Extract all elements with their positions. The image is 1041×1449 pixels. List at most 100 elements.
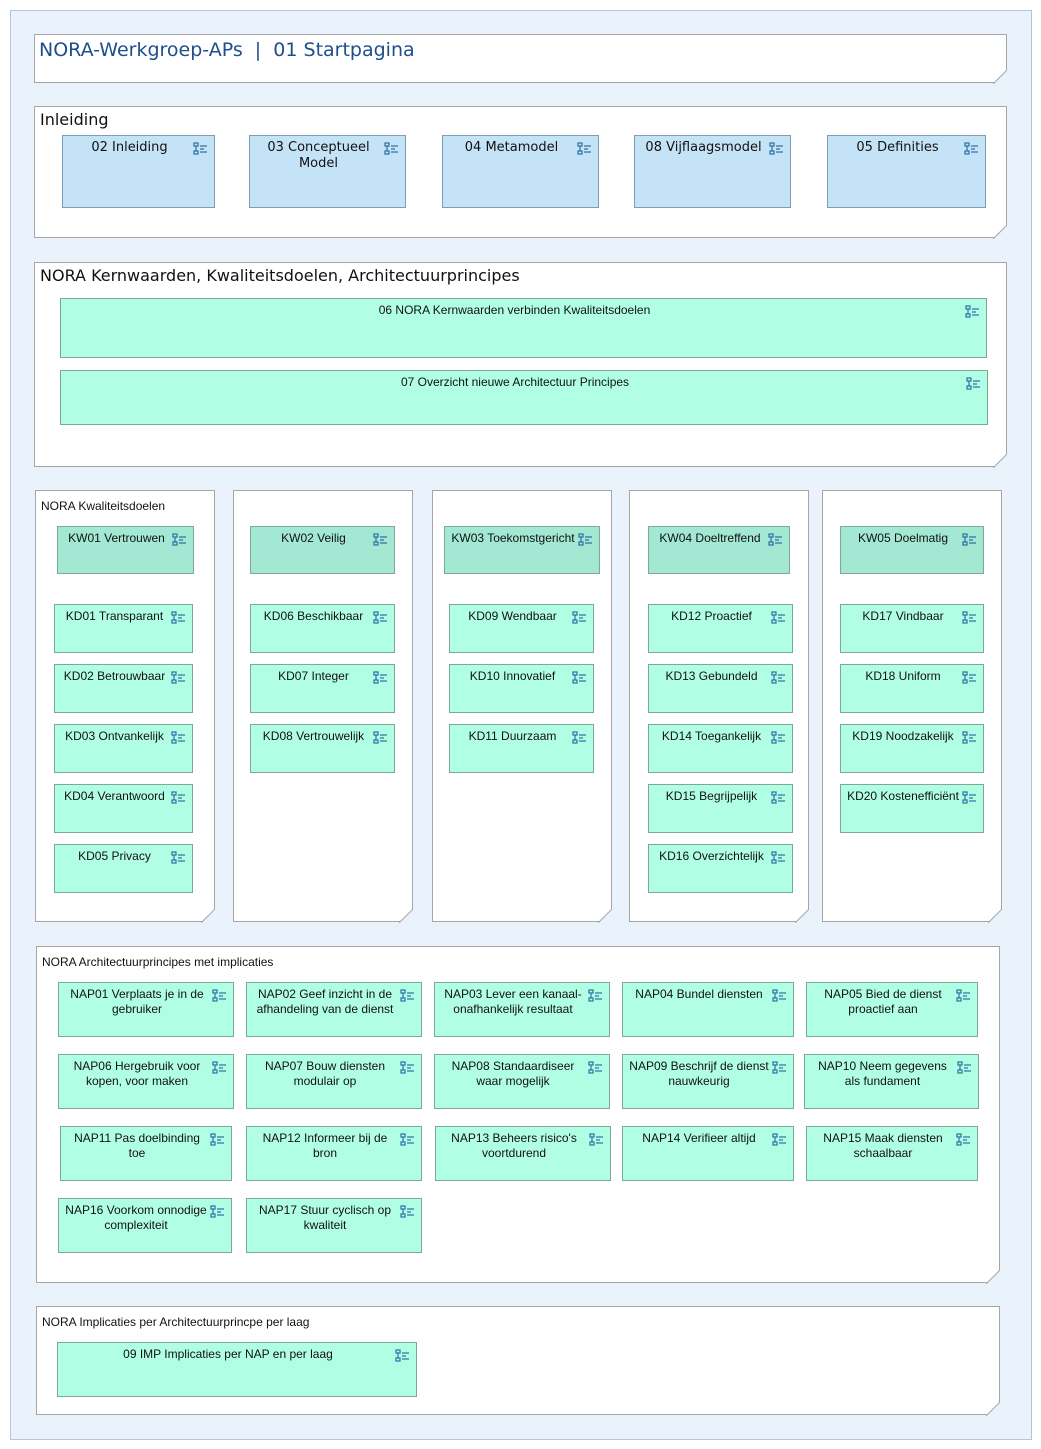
kernwaarde-2[interactable]: KW02 Veilig xyxy=(250,526,395,574)
element-label: 05 Definities xyxy=(856,140,939,155)
element-label: NAP13 Beheers risico's voortdurend xyxy=(451,1131,577,1160)
principe-nap11[interactable]: NAP11 Pas doelbinding toe xyxy=(60,1126,232,1181)
view-reference-icon xyxy=(578,532,593,546)
principe-nap17[interactable]: NAP17 Stuur cyclisch op kwaliteit xyxy=(246,1198,422,1253)
kwaliteitsdoel-4-3[interactable]: KD14 Toegankelijk xyxy=(648,724,793,773)
element-label: KD05 Privacy xyxy=(78,849,151,863)
principe-nap06[interactable]: NAP06 Hergebruik voor kopen, voor maken xyxy=(58,1054,234,1109)
view-reference-icon xyxy=(966,376,981,390)
principe-nap08[interactable]: NAP08 Standaardiseer waar mogelijk xyxy=(434,1054,610,1109)
element-label: 09 IMP Implicaties per NAP en per laag xyxy=(123,1347,333,1361)
kwaliteitsdoel-5-3[interactable]: KD19 Noodzakelijk xyxy=(840,724,984,773)
kernwaarde-4[interactable]: KW04 Doeltreffend xyxy=(648,526,790,574)
principe-nap05[interactable]: NAP05 Bied de dienst proactief aan xyxy=(806,982,978,1037)
kwaliteitsdoel-5-4[interactable]: KD20 Kostenefficiënt xyxy=(840,784,984,833)
element-label: KW02 Veilig xyxy=(281,531,346,545)
view-link-implicaties[interactable]: 09 IMP Implicaties per NAP en per laag xyxy=(57,1342,417,1397)
principe-nap12[interactable]: NAP12 Informeer bij de bron xyxy=(246,1126,422,1181)
kwaliteitsdoel-4-4[interactable]: KD15 Begrijpelijk xyxy=(648,784,793,833)
view-reference-icon xyxy=(771,610,786,624)
principe-nap14[interactable]: NAP14 Verifieer altijd xyxy=(622,1126,794,1181)
element-label: KD08 Vertrouwelijk xyxy=(262,729,365,743)
element-label: KD15 Begrijpelijk xyxy=(665,789,758,803)
kernwaarde-3[interactable]: KW03 Toekomstgericht xyxy=(444,526,600,574)
view-reference-icon xyxy=(171,790,186,804)
group-fold-corner xyxy=(398,908,414,924)
view-reference-icon xyxy=(962,670,977,684)
view-reference-icon xyxy=(395,1348,410,1362)
element-label: NAP15 Maak diensten schaalbaar xyxy=(823,1131,943,1160)
principe-nap02[interactable]: NAP02 Geef inzicht in de afhandeling van… xyxy=(246,982,422,1037)
view-reference-icon xyxy=(171,670,186,684)
view-reference-icon xyxy=(771,790,786,804)
group-title: NORA Kernwaarden, Kwaliteitsdoelen, Arch… xyxy=(40,266,520,285)
principe-nap16[interactable]: NAP16 Voorkom onnodige complexiteit xyxy=(58,1198,232,1253)
view-reference-icon xyxy=(772,1060,787,1074)
principe-nap13[interactable]: NAP13 Beheers risico's voortdurend xyxy=(435,1126,611,1181)
element-label: 04 Metamodel xyxy=(464,140,559,155)
element-label: NAP03 Lever een kanaal-onafhankelijk res… xyxy=(444,987,582,1016)
view-reference-icon xyxy=(589,1132,604,1146)
view-link-inleiding-5[interactable]: 05 Definities xyxy=(827,135,986,208)
view-reference-icon xyxy=(572,610,587,624)
view-reference-icon xyxy=(962,790,977,804)
group-fold-corner xyxy=(985,1401,1001,1417)
view-link-kernwaarden-2[interactable]: 07 Overzicht nieuwe Architectuur Princip… xyxy=(60,370,988,425)
view-reference-icon xyxy=(771,670,786,684)
principe-nap15[interactable]: NAP15 Maak diensten schaalbaar xyxy=(806,1126,978,1181)
view-reference-icon xyxy=(212,988,227,1002)
kwaliteitsdoel-4-5[interactable]: KD16 Overzichtelijk xyxy=(648,844,793,893)
kwaliteitsdoel-2-1[interactable]: KD06 Beschikbaar xyxy=(250,604,395,653)
view-reference-icon xyxy=(772,988,787,1002)
group-fold-corner xyxy=(987,908,1003,924)
view-reference-icon xyxy=(400,1060,415,1074)
element-label: KD14 Toegankelijk xyxy=(661,729,762,743)
view-reference-icon xyxy=(373,610,388,624)
kwaliteitsdoel-1-2[interactable]: KD02 Betrouwbaar xyxy=(54,664,193,713)
element-label: NAP04 Bundel diensten xyxy=(635,987,763,1001)
view-reference-icon xyxy=(769,141,784,155)
kwaliteitsdoel-2-2[interactable]: KD07 Integer xyxy=(250,664,395,713)
principe-nap01[interactable]: NAP01 Verplaats je in de gebruiker xyxy=(58,982,234,1037)
element-label: NAP12 Informeer bij de bron xyxy=(262,1131,388,1160)
kwaliteitsdoel-3-2[interactable]: KD10 Innovatief xyxy=(449,664,594,713)
kwaliteitsdoel-5-2[interactable]: KD18 Uniform xyxy=(840,664,984,713)
element-label: KW05 Doelmatig xyxy=(857,531,949,545)
principe-nap03[interactable]: NAP03 Lever een kanaal-onafhankelijk res… xyxy=(434,982,610,1037)
kernwaarde-5[interactable]: KW05 Doelmatig xyxy=(840,526,984,574)
kwaliteitsdoel-1-3[interactable]: KD03 Ontvankelijk xyxy=(54,724,193,773)
view-reference-icon xyxy=(171,610,186,624)
kwaliteitsdoel-3-1[interactable]: KD09 Wendbaar xyxy=(449,604,594,653)
element-label: NAP11 Pas doelbinding toe xyxy=(74,1131,200,1160)
principe-nap09[interactable]: NAP09 Beschrijf de dienst nauwkeurig xyxy=(622,1054,794,1109)
kwaliteitsdoel-1-1[interactable]: KD01 Transparant xyxy=(54,604,193,653)
element-label: 06 NORA Kernwaarden verbinden Kwaliteits… xyxy=(378,303,651,317)
kwaliteitsdoel-2-3[interactable]: KD08 Vertrouwelijk xyxy=(250,724,395,773)
principe-nap10[interactable]: NAP10 Neem gegevens als fundament xyxy=(804,1054,979,1109)
element-label: KD10 Innovatief xyxy=(469,669,556,683)
view-link-inleiding-1[interactable]: 02 Inleiding xyxy=(62,135,215,208)
view-link-kernwaarden-1[interactable]: 06 NORA Kernwaarden verbinden Kwaliteits… xyxy=(60,298,987,358)
kwaliteitsdoel-3-3[interactable]: KD11 Duurzaam xyxy=(449,724,594,773)
kwaliteitsdoel-4-1[interactable]: KD12 Proactief xyxy=(648,604,793,653)
view-link-inleiding-2[interactable]: 03 Conceptueel Model xyxy=(249,135,406,208)
element-label: KW04 Doeltreffend xyxy=(659,531,761,545)
element-label: NAP17 Stuur cyclisch op kwaliteit xyxy=(258,1203,392,1232)
principe-nap04[interactable]: NAP04 Bundel diensten xyxy=(622,982,794,1037)
kwaliteitsdoel-5-1[interactable]: KD17 Vindbaar xyxy=(840,604,984,653)
view-reference-icon xyxy=(588,1060,603,1074)
element-label: KD07 Integer xyxy=(278,669,349,683)
kwaliteitsdoel-4-2[interactable]: KD13 Gebundeld xyxy=(648,664,793,713)
view-link-inleiding-3[interactable]: 04 Metamodel xyxy=(442,135,599,208)
view-reference-icon xyxy=(172,532,187,546)
view-reference-icon xyxy=(965,304,980,318)
group-kernwaarden: NORA Kernwaarden, Kwaliteitsdoelen, Arch… xyxy=(34,262,1008,469)
kernwaarde-1[interactable]: KW01 Vertrouwen xyxy=(57,526,194,574)
view-reference-icon xyxy=(771,730,786,744)
kwaliteitsdoel-1-5[interactable]: KD05 Privacy xyxy=(54,844,193,893)
kwaliteitsdoel-1-4[interactable]: KD04 Verantwoord xyxy=(54,784,193,833)
element-label: KD20 Kostenefficiënt xyxy=(847,789,959,803)
element-label: NAP16 Voorkom onnodige complexiteit xyxy=(65,1203,207,1232)
principe-nap07[interactable]: NAP07 Bouw diensten modulair op xyxy=(246,1054,422,1109)
view-link-inleiding-4[interactable]: 08 Vijflaagsmodel xyxy=(634,135,791,208)
